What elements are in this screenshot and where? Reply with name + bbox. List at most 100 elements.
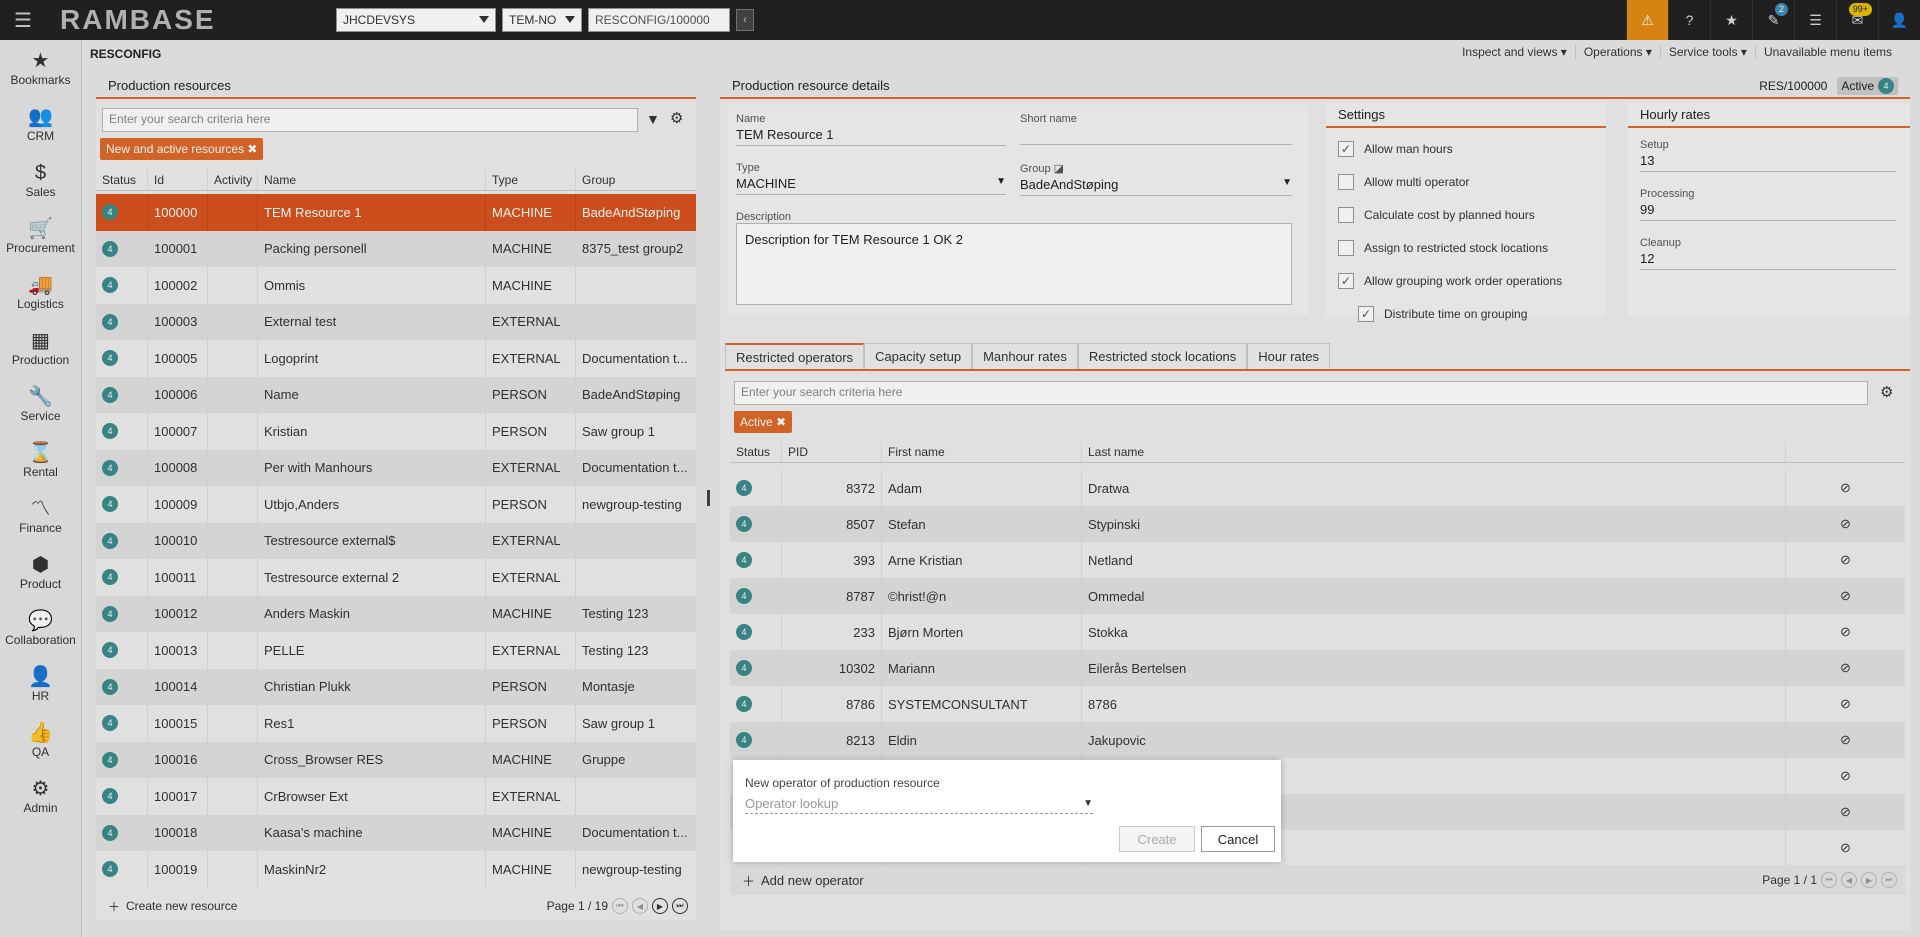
checkbox[interactable]: [1338, 173, 1354, 190]
table-row[interactable]: 4 8213 Eldin Jakupovic ⊘: [730, 722, 1905, 758]
remove-operator-icon[interactable]: ⊘: [1786, 794, 1905, 830]
table-row[interactable]: 4 100009 Utbjo,Anders PERSON newgroup-testin…: [96, 486, 696, 523]
user-icon[interactable]: 👤: [1878, 0, 1920, 40]
col-pid[interactable]: PID: [782, 441, 882, 462]
warning-icon[interactable]: ⚠: [1626, 0, 1668, 40]
description-field[interactable]: Description for TEM Resource 1 OK 2: [736, 223, 1292, 305]
remove-operator-icon[interactable]: ⊘: [1786, 830, 1905, 866]
remove-operator-icon[interactable]: ⊘: [1786, 470, 1905, 506]
sidebar-item-qa[interactable]: 👍 QA: [0, 712, 81, 768]
col-type[interactable]: Type: [486, 169, 576, 190]
short-name-field[interactable]: [1020, 125, 1292, 145]
tab-manhour-rates[interactable]: Manhour rates: [972, 343, 1078, 369]
unavailable-menu[interactable]: Unavailable menu items: [1754, 45, 1900, 59]
setting-checkbox-row[interactable]: Assign to restricted stock locations: [1338, 231, 1594, 264]
external-link-icon[interactable]: ◪: [1054, 163, 1064, 175]
back-icon[interactable]: ‹: [736, 9, 754, 31]
table-row[interactable]: 4 100006 Name PERSON BadeAndStøping: [96, 376, 696, 413]
col-activity[interactable]: Activity: [208, 169, 258, 190]
type-select[interactable]: MACHINE ▼: [736, 174, 1006, 195]
first-page-icon[interactable]: ⏮: [1821, 872, 1837, 888]
table-row[interactable]: 4 100016 Cross_Browser RES MACHINE Gruppe: [96, 741, 696, 778]
table-row[interactable]: 4 393 Arne Kristian Netland ⊘: [730, 542, 1905, 578]
table-row[interactable]: 4 8507 Stefan Stypinski ⊘: [730, 506, 1905, 542]
settings-gear-icon[interactable]: ⚙: [670, 109, 683, 127]
remove-operator-icon[interactable]: ⊘: [1786, 542, 1905, 578]
create-button[interactable]: Create: [1119, 826, 1195, 852]
resource-search-input[interactable]: Enter your search criteria here: [102, 108, 638, 132]
list-icon[interactable]: ☰: [1794, 0, 1836, 40]
sidebar-item-service[interactable]: 🔧 Service: [0, 376, 81, 432]
remove-operator-icon[interactable]: ⊘: [1786, 506, 1905, 542]
last-page-icon[interactable]: ⏭: [672, 898, 688, 914]
table-row[interactable]: 4 8372 Adam Dratwa ⊘: [730, 470, 1905, 506]
col-last-name[interactable]: Last name: [1082, 441, 1786, 462]
table-row[interactable]: 4 100013 PELLE EXTERNAL Testing 123: [96, 632, 696, 669]
checkbox[interactable]: [1338, 206, 1354, 223]
table-row[interactable]: 4 100000 TEM Resource 1 MACHINE BadeAndStøpi…: [96, 194, 696, 231]
operator-lookup-input[interactable]: Operator lookup ▼: [745, 794, 1093, 814]
table-row[interactable]: 4 100012 Anders Maskin MACHINE Testing 123: [96, 595, 696, 632]
table-row[interactable]: 4 100002 Ommis MACHINE: [96, 267, 696, 304]
setting-checkbox-row[interactable]: Calculate cost by planned hours: [1338, 198, 1594, 231]
close-icon[interactable]: ✖: [247, 142, 257, 156]
sidebar-item-product[interactable]: ⬢ Product: [0, 544, 81, 600]
filter-chip[interactable]: New and active resources ✖: [100, 138, 264, 160]
setting-checkbox-row[interactable]: ✓ Allow man hours: [1338, 132, 1594, 165]
checkbox[interactable]: ✓: [1358, 305, 1374, 322]
table-row[interactable]: 4 10302 Mariann Eilerås Bertelsen ⊘: [730, 650, 1905, 686]
col-id[interactable]: Id: [148, 169, 208, 190]
next-page-icon[interactable]: ▶: [652, 898, 668, 914]
sidebar-item-finance[interactable]: 〽 Finance: [0, 488, 81, 544]
next-page-icon[interactable]: ▶: [1861, 872, 1877, 888]
processing-field[interactable]: 99: [1640, 200, 1896, 221]
create-resource-button[interactable]: Create new resource: [126, 899, 237, 913]
sidebar-item-rental[interactable]: ⌛ Rental: [0, 432, 81, 488]
close-icon[interactable]: ✖: [776, 415, 786, 429]
prev-page-icon[interactable]: ◀: [1841, 872, 1857, 888]
first-page-icon[interactable]: ⏮: [612, 898, 628, 914]
tab-hour-rates[interactable]: Hour rates: [1247, 343, 1330, 369]
table-row[interactable]: 4 100010 Testresource external$ EXTERNAL: [96, 522, 696, 559]
table-row[interactable]: 4 100001 Packing personell MACHINE 8375_test…: [96, 230, 696, 267]
last-page-icon[interactable]: ⏭: [1881, 872, 1897, 888]
checkbox[interactable]: [1338, 239, 1354, 256]
inspect-views-menu[interactable]: Inspect and views ▾: [1454, 45, 1575, 59]
path-input[interactable]: RESCONFIG/100000: [588, 8, 730, 32]
table-row[interactable]: 4 8787 ©hrist!@n Ommedal ⊘: [730, 578, 1905, 614]
operations-menu[interactable]: Operations ▾: [1574, 45, 1660, 59]
chevron-down-icon[interactable]: ▼: [1083, 798, 1093, 809]
remove-operator-icon[interactable]: ⊘: [1786, 758, 1905, 794]
setting-checkbox-row[interactable]: ✓ Distribute time on grouping: [1338, 297, 1594, 330]
table-row[interactable]: 4 100018 Kaasa's machine MACHINE Documentati…: [96, 814, 696, 851]
splitter-handle[interactable]: [707, 490, 710, 506]
table-row[interactable]: 4 100017 CrBrowser Ext EXTERNAL: [96, 778, 696, 815]
remove-operator-icon[interactable]: ⊘: [1786, 686, 1905, 722]
filter-icon[interactable]: ▼: [646, 111, 660, 127]
company-select[interactable]: JHCDEVSYS: [336, 8, 496, 32]
sidebar-item-bookmarks[interactable]: ★ Bookmarks: [0, 40, 81, 96]
cleanup-field[interactable]: 12: [1640, 249, 1896, 270]
cancel-button[interactable]: Cancel: [1201, 826, 1275, 852]
col-name[interactable]: Name: [258, 169, 486, 190]
hamburger-menu-icon[interactable]: ☰: [6, 0, 40, 40]
sidebar-item-hr[interactable]: 👤 HR: [0, 656, 81, 712]
table-row[interactable]: 4 100005 Logoprint EXTERNAL Documentation t.…: [96, 340, 696, 377]
table-row[interactable]: 4 233 Bjørn Morten Stokka ⊘: [730, 614, 1905, 650]
table-row[interactable]: 4 8786 SYSTEMCONSULTANT 8786 ⊘: [730, 686, 1905, 722]
col-group[interactable]: Group: [576, 169, 696, 190]
bookmark-star-icon[interactable]: ★: [1710, 0, 1752, 40]
checkbox[interactable]: ✓: [1338, 140, 1354, 157]
table-row[interactable]: 4 100003 External test EXTERNAL: [96, 303, 696, 340]
name-field[interactable]: TEM Resource 1: [736, 125, 1006, 146]
tab-capacity-setup[interactable]: Capacity setup: [864, 343, 973, 369]
service-tools-menu[interactable]: Service tools ▾: [1659, 45, 1755, 59]
remove-operator-icon[interactable]: ⊘: [1786, 578, 1905, 614]
sidebar-item-logistics[interactable]: 🚚 Logistics: [0, 264, 81, 320]
mail-icon[interactable]: ✉ 99+: [1836, 0, 1878, 40]
help-icon[interactable]: ?: [1668, 0, 1710, 40]
tasks-icon[interactable]: ✎ 2: [1752, 0, 1794, 40]
table-row[interactable]: 4 100015 Res1 PERSON Saw group 1: [96, 705, 696, 742]
group-select[interactable]: BadeAndStøping ▼: [1020, 175, 1292, 196]
prev-page-icon[interactable]: ◀: [632, 898, 648, 914]
